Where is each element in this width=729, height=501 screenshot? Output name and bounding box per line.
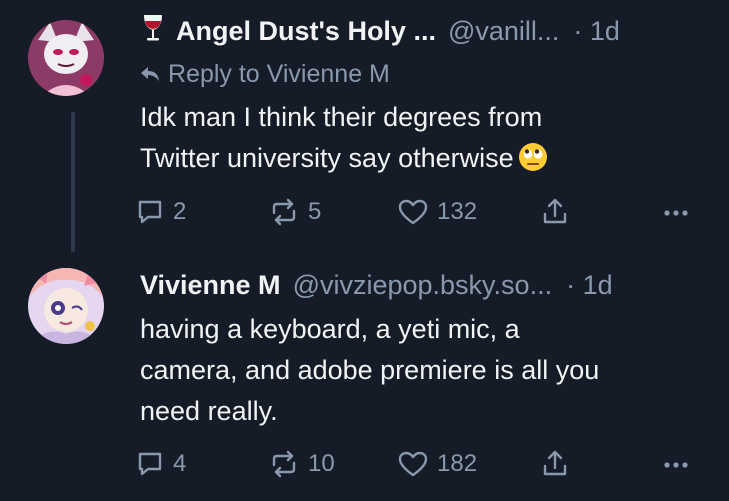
repost-button[interactable]: 5 [268, 194, 321, 230]
thread-connector [71, 112, 75, 252]
comment-button[interactable]: 2 [135, 194, 186, 230]
comment-icon [138, 452, 162, 476]
share-icon [543, 198, 567, 224]
wine-glass-icon [140, 13, 166, 50]
display-name[interactable]: Angel Dust's Holy ... [176, 16, 436, 47]
post-vivienne[interactable]: Vivienne M @vivziepop.bsky.so... · 1d ha… [0, 255, 729, 501]
post-actions: 4 10 182 [135, 446, 695, 482]
share-button[interactable] [540, 194, 578, 230]
comment-count: 2 [173, 198, 187, 225]
post-actions: 2 5 132 [135, 194, 695, 230]
post-angel-dust[interactable]: Angel Dust's Holy ... @vanill... · 1d Re… [0, 0, 729, 255]
user-handle[interactable]: @vanill... [448, 16, 559, 47]
like-button[interactable]: 132 [397, 194, 477, 230]
post-timestamp[interactable]: · 1d [566, 270, 613, 301]
like-count: 182 [437, 450, 478, 477]
repost-count: 5 [308, 198, 322, 225]
comment-count: 4 [173, 450, 187, 477]
share-button[interactable] [540, 446, 578, 482]
post-thread: Angel Dust's Holy ... @vanill... · 1d Re… [0, 0, 729, 501]
post-body-line: having a keyboard, a yeti mic, a [140, 314, 520, 344]
post-body: Idk man I think their degrees from Twitt… [140, 97, 699, 179]
post-body-line: Idk man I think their degrees from [140, 102, 543, 132]
more-options-button[interactable] [661, 446, 699, 482]
heart-icon [398, 451, 428, 477]
rolling-eyes-emoji [518, 142, 548, 172]
reply-to-label: Reply to Vivienne M [168, 59, 390, 88]
repost-icon [272, 450, 296, 478]
comment-button[interactable]: 4 [135, 446, 186, 482]
repost-icon [272, 198, 296, 226]
like-count: 132 [437, 198, 478, 225]
repost-count: 10 [308, 450, 335, 477]
reply-arrow-icon [141, 67, 159, 81]
like-button[interactable]: 182 [397, 446, 477, 482]
post-header: Angel Dust's Holy ... @vanill... · 1d [140, 13, 705, 49]
more-icon [664, 210, 688, 216]
more-options-button[interactable] [661, 194, 699, 230]
more-icon [664, 462, 688, 468]
avatar[interactable] [28, 268, 104, 344]
post-body-line: need really. [140, 396, 278, 426]
repost-button[interactable]: 10 [268, 446, 335, 482]
reply-to-link[interactable]: Reply to Vivienne M [140, 57, 390, 91]
comment-icon [138, 200, 162, 224]
post-body: having a keyboard, a yeti mic, a camera,… [140, 309, 699, 432]
post-timestamp[interactable]: · 1d [573, 16, 620, 47]
display-name[interactable]: Vivienne M [140, 270, 281, 301]
user-handle[interactable]: @vivziepop.bsky.so... [293, 270, 553, 301]
heart-icon [398, 199, 428, 225]
avatar[interactable] [28, 20, 104, 96]
post-body-line: Twitter university say otherwise [140, 143, 514, 173]
share-icon [543, 450, 567, 476]
post-header: Vivienne M @vivziepop.bsky.so... · 1d [140, 267, 705, 303]
post-body-line: camera, and adobe premiere is all you [140, 355, 600, 385]
